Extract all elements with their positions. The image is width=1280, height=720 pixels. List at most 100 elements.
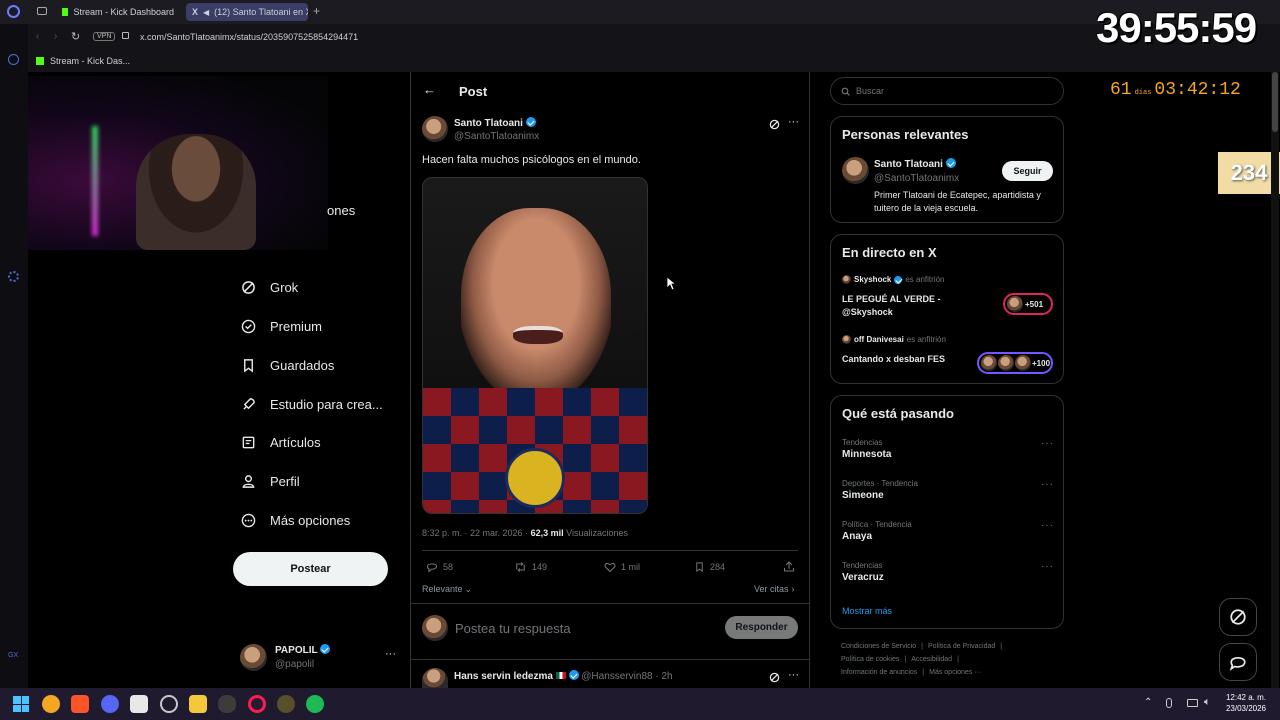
scrollbar-thumb[interactable]	[1272, 72, 1278, 132]
coin-app-icon[interactable]	[42, 695, 60, 713]
column-divider-right	[809, 72, 810, 688]
new-tab-button[interactable]: +	[313, 4, 320, 18]
live-title[interactable]: LE PEGUÉ AL VERDE - @Skyshock	[842, 293, 952, 319]
footer-link[interactable]: Más opciones ···	[929, 669, 981, 676]
bookmark-action[interactable]: 284	[694, 561, 725, 573]
file-explorer-icon[interactable]	[189, 695, 207, 713]
author-handle[interactable]: @SantoTlatoanimx	[454, 131, 539, 142]
footer-link[interactable]: Información de anuncios	[841, 669, 917, 676]
follow-button[interactable]: Seguir	[1002, 161, 1053, 181]
steam-icon[interactable]	[160, 695, 178, 713]
sidebar-item-profile[interactable]: Perfil	[240, 469, 300, 493]
tab-x-post[interactable]: X ◀ (12) Santo Tlatoani en X	[186, 3, 308, 21]
author-avatar[interactable]	[422, 116, 448, 142]
settings-icon[interactable]	[8, 271, 19, 282]
trend-more-icon[interactable]: ···	[1041, 438, 1054, 449]
sidebar-item-grok[interactable]: Grok	[240, 275, 298, 299]
sidebar-truncated-label[interactable]: ones	[327, 203, 355, 218]
search-field[interactable]: Buscar	[830, 77, 1064, 105]
trend-more-icon[interactable]: ···	[1041, 520, 1054, 531]
trend-item[interactable]: Política · Tendencia Anaya ···	[842, 520, 1054, 546]
panel-title: Qué está pasando	[842, 406, 954, 421]
kick-icon	[36, 57, 44, 65]
footer-link[interactable]: Política de cookies	[841, 656, 899, 663]
post-button[interactable]: Postear	[233, 552, 388, 586]
back-icon[interactable]: ‹	[36, 31, 39, 42]
reply-author-name[interactable]: Hans servin ledezma	[454, 671, 553, 682]
live-host-row[interactable]: off Danivesai es anfitrión	[842, 335, 946, 344]
bookmark-kick[interactable]: Stream - Kick Das...	[50, 56, 130, 66]
rail-top-icon[interactable]	[8, 54, 19, 65]
gamepad-icon[interactable]	[218, 695, 236, 713]
forward-icon[interactable]: ›	[54, 31, 57, 42]
account-switcher[interactable]: PAPOLIL @papolil ···	[240, 642, 400, 676]
more-dots-icon[interactable]: ···	[385, 648, 396, 660]
live-host-row[interactable]: Skyshock es anfitrión	[842, 275, 945, 284]
footer-link[interactable]: Accesibilidad	[911, 656, 952, 663]
sort-replies-dropdown[interactable]: Relevante ⌄	[422, 584, 472, 595]
like-action[interactable]: 1 mil	[604, 561, 640, 573]
reload-icon[interactable]: ↻	[71, 30, 80, 43]
page-scrollbar[interactable]	[1271, 72, 1279, 688]
reply-button[interactable]: Responder	[725, 616, 798, 639]
opera-gx-icon[interactable]	[248, 695, 266, 713]
tray-chevron-icon[interactable]: ⌃	[1144, 697, 1152, 708]
post-more-icon[interactable]: ···	[788, 116, 799, 128]
microphone-icon[interactable]	[1166, 698, 1172, 708]
view-quotes-link[interactable]: Ver citas ›	[754, 584, 795, 594]
windows-start-icon[interactable]	[13, 696, 29, 712]
host-label: es anfitrión	[906, 335, 946, 344]
opera-logo-icon[interactable]	[7, 5, 20, 18]
footer-link[interactable]: Condiciones de Servicio	[841, 643, 916, 650]
tab-kick-dashboard[interactable]: Stream - Kick Dashboard	[56, 3, 180, 21]
repost-action[interactable]: 149	[514, 561, 547, 573]
app-icon[interactable]	[277, 695, 295, 713]
trend-more-icon[interactable]: ···	[1041, 561, 1054, 572]
relevant-avatar[interactable]	[842, 157, 869, 184]
display-icon[interactable]	[1187, 699, 1198, 707]
reply-input[interactable]: Postea tu respuesta	[455, 621, 571, 636]
brave-browser-icon[interactable]	[71, 695, 89, 713]
trend-item[interactable]: Tendencias Minnesota ···	[842, 438, 1054, 464]
taskbar-clock[interactable]: 12:42 a. m. 23/03/2026	[1222, 692, 1270, 714]
reply-grok-icon[interactable]	[769, 670, 780, 688]
post-time[interactable]: 8:32 p. m. · 22 mar. 2026 ·	[422, 528, 528, 538]
post-media-image[interactable]	[422, 177, 648, 514]
listener-count: +501	[1025, 299, 1044, 309]
url-field[interactable]: x.com/SantoTlatoanimx/status/20359075258…	[140, 32, 358, 42]
trend-more-icon[interactable]: ···	[1041, 479, 1054, 490]
reply-author-handle[interactable]: @Hansservin88 · 2h	[581, 671, 672, 682]
live-title[interactable]: Cantando x desban FES	[842, 354, 945, 364]
reply-more-icon[interactable]: ···	[788, 669, 799, 681]
author-name[interactable]: Santo Tlatoani	[454, 118, 523, 129]
store-icon[interactable]	[130, 695, 148, 713]
live-listeners-badge[interactable]: +501	[1003, 293, 1053, 315]
grok-explain-icon[interactable]	[769, 117, 780, 135]
spotify-icon[interactable]	[306, 695, 324, 713]
sidebar-item-creator-studio[interactable]: Estudio para crea...	[240, 392, 383, 416]
live-listeners-badge[interactable]: +100	[977, 352, 1053, 374]
countdown-time: 03:42:12	[1154, 80, 1241, 100]
sidebar-item-articles[interactable]: Artículos	[240, 430, 321, 454]
trend-item[interactable]: Tendencias Veracruz ···	[842, 561, 1054, 587]
reply-action[interactable]: 58	[426, 561, 453, 573]
relevant-handle[interactable]: @SantoTlatoanimx	[874, 173, 959, 184]
sidebar-item-premium[interactable]: Premium	[240, 314, 322, 338]
tab-label: Stream - Kick Dashboard	[73, 7, 174, 17]
share-icon[interactable]	[783, 560, 795, 578]
grok-floating-button[interactable]	[1219, 598, 1257, 636]
messages-floating-button[interactable]	[1219, 643, 1257, 681]
back-arrow-icon[interactable]: ←	[423, 82, 436, 97]
footer-link[interactable]: Política de Privacidad	[928, 643, 995, 650]
volume-icon[interactable]: 🔈︎	[1204, 696, 1211, 709]
vpn-badge[interactable]: VPN	[93, 32, 116, 41]
sidebar-item-more[interactable]: Más opciones	[240, 508, 350, 532]
discord-icon[interactable]	[101, 695, 119, 713]
reply-author-avatar[interactable]	[422, 668, 448, 688]
show-more-link[interactable]: Mostrar más	[842, 606, 892, 616]
trend-name: Veracruz	[842, 572, 884, 583]
sidebar-item-bookmarks[interactable]: Guardados	[240, 353, 334, 377]
relevant-name[interactable]: Santo Tlatoani	[874, 159, 943, 170]
trend-item[interactable]: Deportes · Tendencia Simeone ···	[842, 479, 1054, 505]
workspaces-icon[interactable]	[37, 7, 47, 15]
